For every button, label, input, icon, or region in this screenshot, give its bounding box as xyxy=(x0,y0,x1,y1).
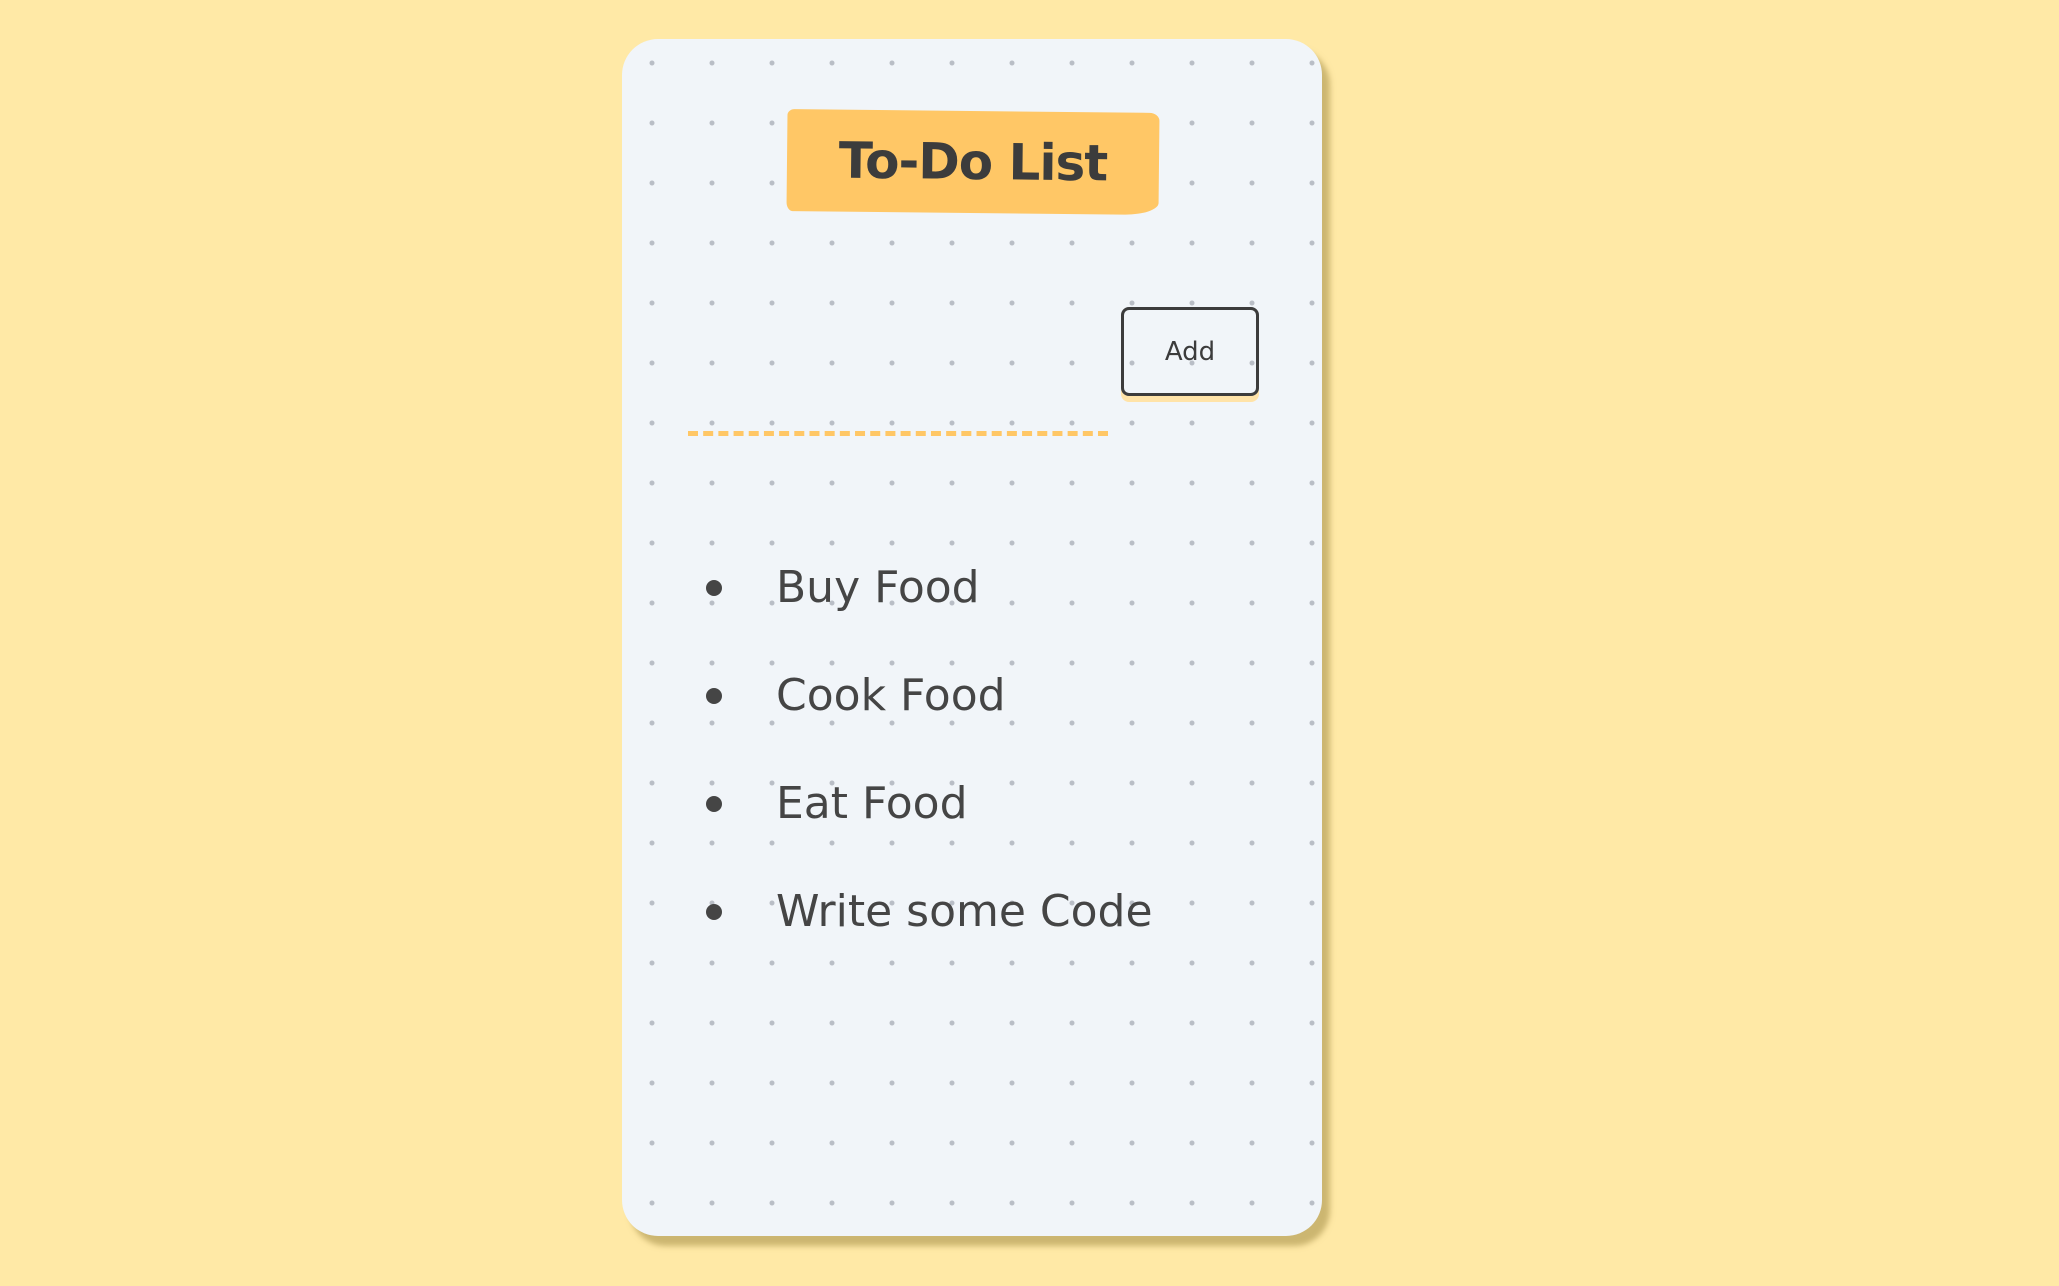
todo-item-label: Write some Code xyxy=(776,886,1153,937)
add-button[interactable]: Add xyxy=(1121,307,1259,396)
bullet-icon xyxy=(706,796,722,812)
todo-item-cook-food[interactable]: Cook Food xyxy=(622,642,1153,750)
todo-item-label: Eat Food xyxy=(776,778,968,829)
bullet-icon xyxy=(706,580,722,596)
todo-item-label: Buy Food xyxy=(776,562,980,613)
bullet-icon xyxy=(706,688,722,704)
new-todo-input[interactable] xyxy=(688,391,1108,436)
todo-item-write-code[interactable]: Write some Code xyxy=(622,858,1153,966)
page-title: To-Do List xyxy=(838,131,1108,193)
todo-item-label: Cook Food xyxy=(776,670,1006,721)
todo-item-eat-food[interactable]: Eat Food xyxy=(622,750,1153,858)
todo-card: To-Do List Add Buy Food Cook Food Eat Fo… xyxy=(622,39,1322,1236)
bullet-icon xyxy=(706,904,722,920)
heading-highlight: To-Do List xyxy=(786,109,1160,215)
todo-list: Buy Food Cook Food Eat Food Write some C… xyxy=(622,534,1153,966)
todo-item-buy-food[interactable]: Buy Food xyxy=(622,534,1153,642)
